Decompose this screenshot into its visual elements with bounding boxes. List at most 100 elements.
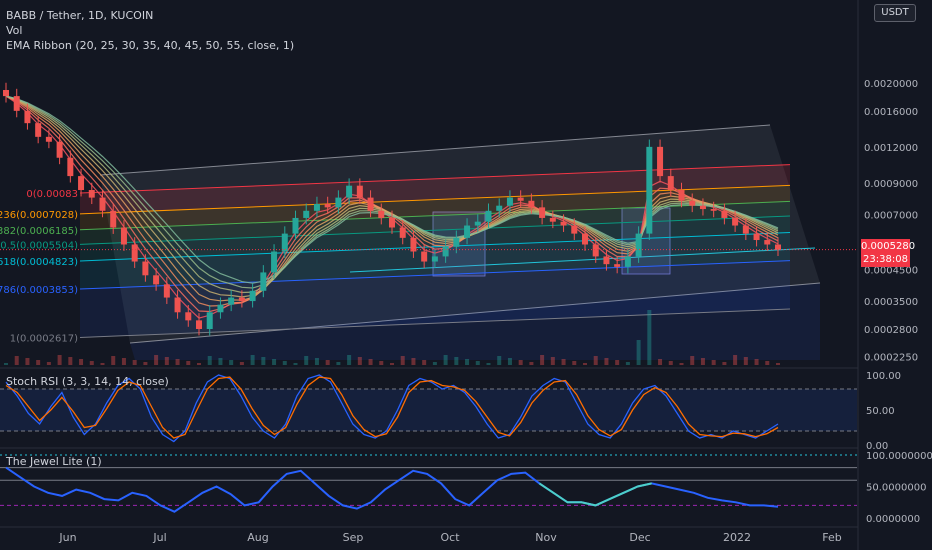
candle-body	[775, 244, 781, 250]
volume-bar	[347, 355, 352, 365]
fib-label: 0.786(0.0003853)	[0, 285, 78, 296]
time-tick-label: Nov	[535, 531, 557, 544]
volume-bar	[507, 358, 512, 365]
candle-body	[217, 304, 224, 313]
candle-body	[249, 290, 256, 302]
candle-body	[88, 190, 95, 198]
volume-bar	[57, 355, 62, 365]
symbol-title: BABB / Tether, 1D, KUCOIN	[6, 9, 154, 22]
candle-body	[506, 197, 513, 206]
candle-body	[592, 244, 599, 257]
volume-bar	[261, 357, 266, 365]
time-tick-label: Jun	[58, 531, 76, 544]
candle-body	[3, 90, 9, 97]
volume-bar	[282, 361, 287, 365]
rsi-band-fill	[0, 389, 857, 431]
volume-bar	[357, 357, 362, 365]
volume-bar	[604, 358, 609, 365]
volume-bar	[658, 359, 663, 365]
volume-bar	[486, 363, 491, 365]
volume-bar	[336, 362, 341, 365]
candle-body	[120, 227, 127, 245]
candle-body	[24, 110, 31, 124]
candle-body	[399, 227, 406, 238]
jewel-tick-label: 100.0000000	[866, 451, 932, 462]
volume-bar	[132, 360, 137, 365]
candle-body	[678, 190, 685, 201]
chart-canvas[interactable]: 0(0.00083 0.236(0.0007028) 0.382(0.0006185…	[0, 0, 932, 550]
fib-label: 0(0.00083	[26, 189, 78, 200]
last-price-value: 0.0005280	[861, 241, 916, 252]
last-price-badge: 0.0005280 23:38:08	[861, 239, 916, 267]
volume-bar	[765, 361, 770, 365]
ema-ribbon-legend: EMA Ribbon (20, 25, 30, 35, 40, 45, 50, …	[6, 39, 295, 52]
candle-body	[378, 210, 385, 218]
volume-bar	[250, 355, 255, 365]
stoch-rsi-legend: Stoch RSI (3, 3, 14, 14, close)	[6, 375, 169, 388]
candle-body	[753, 233, 760, 241]
candle-body	[474, 221, 481, 226]
volume-bar	[207, 356, 212, 365]
fib-label: 0.618(0.0004823)	[0, 257, 78, 268]
volume-bar	[529, 362, 534, 365]
volume-bar	[422, 360, 427, 365]
candle-body	[571, 225, 578, 234]
candle-body	[174, 297, 181, 313]
fib-label: 0.236(0.0007028)	[0, 210, 78, 221]
price-tick-label: 0.0009000	[864, 179, 918, 190]
candle-body	[163, 284, 170, 298]
volume-bar	[400, 356, 405, 365]
candle-body	[324, 204, 331, 208]
candle-body	[185, 312, 192, 321]
volume-bar	[743, 357, 748, 365]
volume-bar	[432, 362, 437, 365]
jewel-tick-label: 50.0000000	[866, 483, 926, 494]
candle-body	[732, 217, 739, 226]
volume-bar	[164, 357, 169, 365]
candle-body	[78, 176, 85, 191]
rsi-tick-label: 50.00	[866, 406, 895, 417]
candle-body	[356, 185, 363, 198]
volume-bar	[175, 359, 180, 365]
candle-body	[260, 272, 267, 291]
volume-bar	[668, 361, 673, 365]
volume-bar	[79, 359, 84, 365]
candle-body	[667, 176, 674, 191]
time-tick-label: Jul	[152, 531, 166, 544]
volume-bar	[465, 359, 470, 365]
volume-bar	[647, 310, 652, 365]
time-tick-label: Aug	[247, 531, 268, 544]
time-tick-label: Oct	[440, 531, 460, 544]
volume-bar	[583, 363, 587, 365]
candle-body	[313, 204, 320, 211]
volume-bar	[36, 360, 41, 365]
volume-bar	[4, 363, 8, 365]
candle-body	[367, 197, 374, 211]
candle-body	[485, 210, 492, 222]
volume-bar	[186, 361, 191, 365]
price-tick-label: 0.0020000	[864, 79, 918, 90]
candle-body	[699, 205, 706, 210]
candle-body	[56, 141, 63, 158]
volume-bar	[776, 363, 780, 365]
volume-bar	[197, 363, 201, 365]
price-tick-label: 0.0012000	[864, 143, 918, 154]
candle-body	[646, 146, 653, 234]
candle-body	[689, 200, 696, 206]
candle-body	[517, 197, 524, 201]
candle-body	[657, 146, 664, 177]
candle-body	[764, 240, 771, 245]
volume-bar	[690, 356, 695, 365]
currency-button[interactable]: USDT	[874, 4, 916, 22]
time-tick-label: Dec	[629, 531, 650, 544]
volume-bar	[722, 362, 727, 365]
candle-body	[464, 225, 471, 238]
volume-bar	[325, 360, 330, 365]
candle-body	[539, 207, 546, 218]
volume-bar	[711, 360, 716, 365]
candle-body	[303, 210, 310, 218]
volume-bar	[229, 360, 234, 365]
countdown-timer: 23:38:08	[863, 254, 908, 265]
candle-body	[228, 297, 235, 305]
volume-bar	[390, 363, 394, 365]
